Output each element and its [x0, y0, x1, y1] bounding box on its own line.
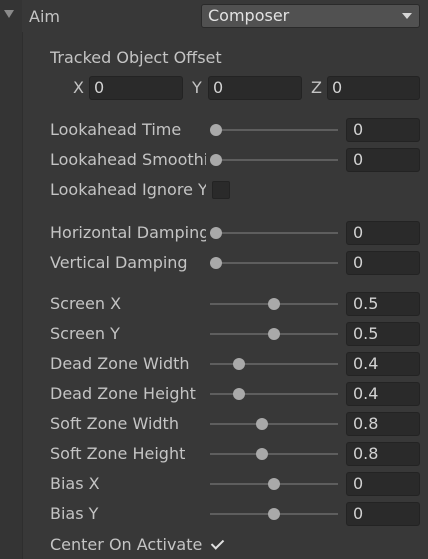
dead-zone-height-label: Dead Zone Height — [50, 384, 196, 403]
offset-z-value: 0 — [332, 78, 343, 97]
screen-x-slider-thumb[interactable] — [268, 298, 280, 310]
horizontal-damping-field[interactable]: 0 — [346, 221, 420, 245]
lookahead-smoothing-field[interactable]: 0 — [346, 148, 420, 172]
offset-x-value: 0 — [94, 78, 105, 97]
offset-y-label[interactable]: Y — [192, 77, 202, 99]
horizontal-damping-value: 0 — [353, 223, 364, 242]
lookahead-ignore-y-label: Lookahead Ignore Y — [50, 180, 206, 199]
bias-y-label: Bias Y — [50, 504, 99, 523]
dead-zone-width-field[interactable]: 0.4 — [346, 352, 420, 376]
lookahead-smoothing-value: 0 — [353, 150, 364, 169]
tracked-object-offset-label: Tracked Object Offset — [50, 48, 222, 67]
bias-x-field[interactable]: 0 — [346, 472, 420, 496]
lookahead-time-value: 0 — [353, 120, 364, 139]
foldout-gutter — [0, 0, 22, 559]
soft-zone-width-field[interactable]: 0.8 — [346, 412, 420, 436]
soft-zone-width-value: 0.8 — [353, 414, 379, 433]
lookahead-time-field[interactable]: 0 — [346, 118, 420, 142]
center-on-activate-label: Center On Activate — [50, 535, 203, 554]
screen-y-field[interactable]: 0.5 — [346, 322, 420, 346]
vertical-damping-slider-track[interactable] — [210, 262, 338, 264]
lookahead-time-label: Lookahead Time — [50, 120, 182, 139]
soft-zone-height-value: 0.8 — [353, 444, 379, 463]
soft-zone-height-label: Soft Zone Height — [50, 444, 186, 463]
soft-zone-height-field[interactable]: 0.8 — [346, 442, 420, 466]
screen-x-value: 0.5 — [353, 294, 379, 313]
lookahead-smoothing-slider-track[interactable] — [210, 159, 338, 161]
vertical-damping-field[interactable]: 0 — [346, 251, 420, 275]
dead-zone-width-slider-track[interactable] — [210, 363, 338, 365]
dead-zone-width-slider-thumb[interactable] — [233, 358, 246, 370]
bias-x-slider-thumb[interactable] — [268, 478, 280, 490]
screen-y-slider-thumb[interactable] — [268, 328, 280, 340]
lookahead-time-slider-thumb[interactable] — [210, 124, 222, 136]
screen-y-value: 0.5 — [353, 324, 379, 343]
dead-zone-height-slider-track[interactable] — [210, 393, 338, 395]
bias-x-label: Bias X — [50, 474, 100, 493]
indent-guide — [22, 32, 23, 559]
dropdown-value: Composer — [208, 6, 290, 25]
vertical-damping-label: Vertical Damping — [50, 253, 188, 272]
lookahead-time-slider-track[interactable] — [210, 129, 338, 131]
bias-x-value: 0 — [353, 474, 364, 493]
dead-zone-height-field[interactable]: 0.4 — [346, 382, 420, 406]
screen-x-label: Screen X — [50, 294, 122, 313]
soft-zone-width-label: Soft Zone Width — [50, 414, 179, 433]
soft-zone-width-slider-thumb[interactable] — [256, 418, 269, 430]
screen-y-label: Screen Y — [50, 324, 120, 343]
aim-header-label: Aim — [29, 7, 60, 26]
lookahead-smoothing-label: Lookahead Smoothing — [50, 150, 206, 169]
vertical-damping-value: 0 — [353, 253, 364, 272]
lookahead-ignore-y-checkbox[interactable] — [212, 181, 230, 199]
offset-x-label[interactable]: X — [73, 77, 84, 99]
offset-z-label[interactable]: Z — [311, 77, 322, 99]
soft-zone-height-slider-thumb[interactable] — [256, 448, 269, 460]
offset-x-field[interactable]: 0 — [89, 76, 183, 100]
lookahead-smoothing-slider-thumb[interactable] — [210, 154, 222, 166]
dead-zone-height-value: 0.4 — [353, 384, 379, 403]
horizontal-damping-slider-thumb[interactable] — [210, 227, 222, 239]
aim-mode-dropdown[interactable]: Composer — [201, 4, 420, 28]
bias-y-value: 0 — [353, 504, 364, 523]
dead-zone-width-value: 0.4 — [353, 354, 379, 373]
dead-zone-width-label: Dead Zone Width — [50, 354, 190, 373]
horizontal-damping-slider-track[interactable] — [210, 232, 338, 234]
offset-y-field[interactable]: 0 — [208, 76, 302, 100]
offset-z-field[interactable]: 0 — [327, 76, 420, 100]
screen-x-field[interactable]: 0.5 — [346, 292, 420, 316]
center-on-activate-checkbox[interactable] — [210, 536, 228, 554]
dropdown-arrow-icon — [402, 13, 412, 19]
bias-y-slider-thumb[interactable] — [268, 508, 280, 520]
checkmark-icon — [210, 536, 225, 550]
soft-zone-width-slider-track[interactable] — [210, 423, 338, 425]
dead-zone-height-slider-thumb[interactable] — [233, 388, 246, 400]
vertical-damping-slider-thumb[interactable] — [210, 257, 222, 269]
horizontal-damping-label: Horizontal Damping — [50, 223, 206, 242]
offset-y-value: 0 — [213, 78, 224, 97]
soft-zone-height-slider-track[interactable] — [210, 453, 338, 455]
foldout-arrow-icon[interactable] — [4, 10, 14, 18]
bias-y-field[interactable]: 0 — [346, 502, 420, 526]
